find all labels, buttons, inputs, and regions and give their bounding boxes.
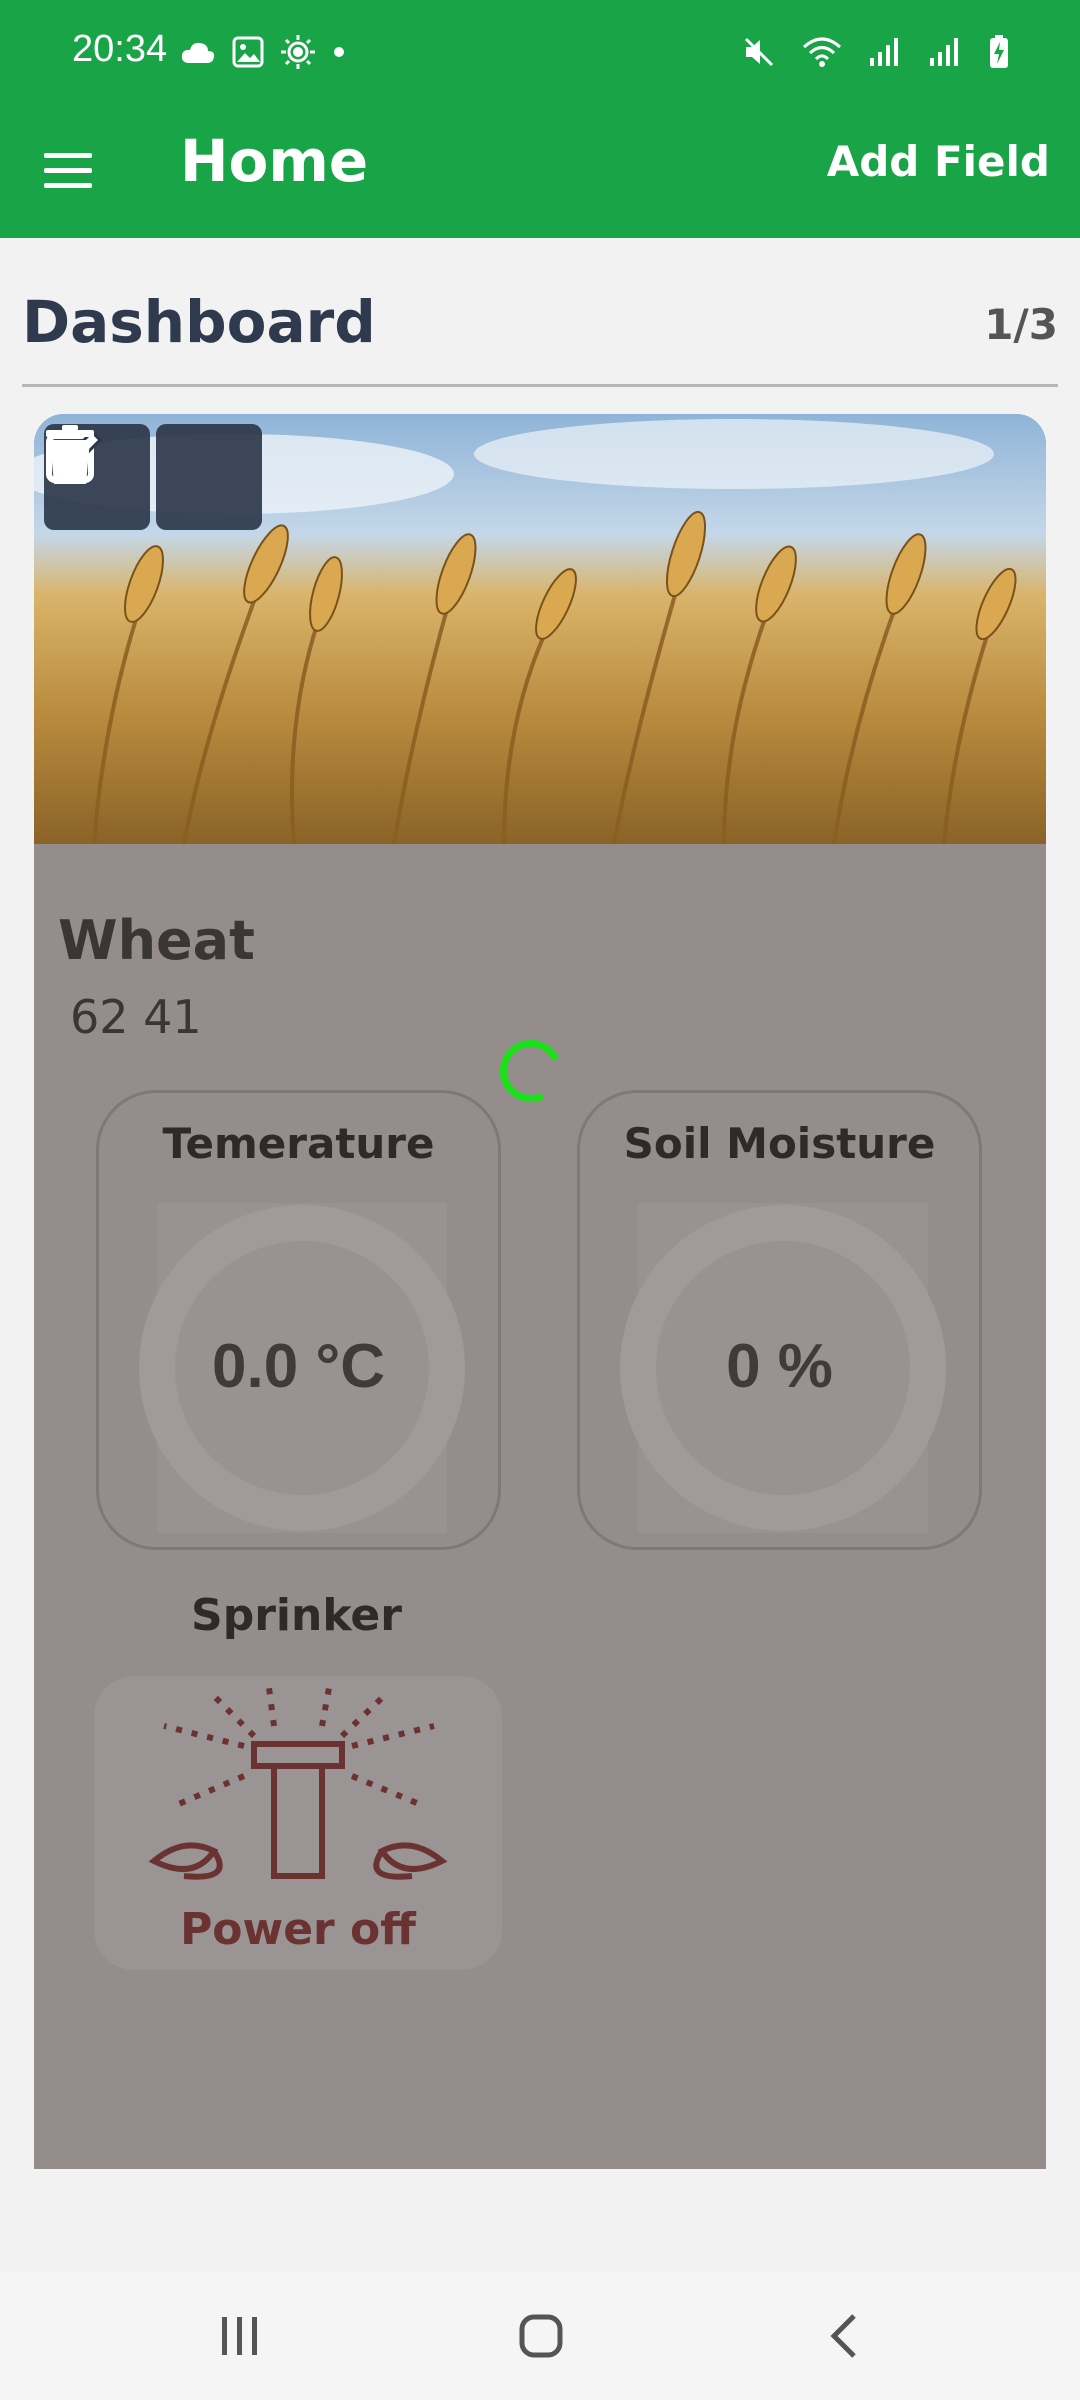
temperature-card: Temerature 0.0 °C	[96, 1090, 501, 1550]
field-card[interactable]: Wheat 62 41 Temerature 0.0 °C Soil Moist…	[34, 414, 1046, 2169]
soil-moisture-value: 0 %	[726, 1332, 833, 1401]
image-icon	[232, 36, 264, 68]
cloud-icon	[181, 42, 215, 63]
temperature-value: 0.0 °C	[212, 1332, 385, 1401]
soil-moisture-card: Soil Moisture 0 %	[577, 1090, 982, 1550]
dot-icon	[334, 47, 344, 57]
status-left-icons	[180, 34, 346, 70]
page-title: Home	[180, 127, 369, 195]
loading-spinner-icon	[491, 1031, 571, 1111]
hamburger-menu-icon[interactable]	[44, 145, 94, 195]
back-icon	[830, 2314, 856, 2358]
wifi-icon	[803, 37, 841, 67]
status-time: 20:34	[72, 28, 168, 70]
field-name: Wheat	[58, 909, 255, 972]
status-bar: 20:34	[0, 0, 1080, 105]
field-coordinates: 62 41	[70, 990, 202, 1044]
brightness-icon	[281, 35, 315, 69]
recents-icon	[222, 2317, 257, 2355]
add-field-button[interactable]: Add Field	[827, 137, 1050, 186]
dashboard-title: Dashboard	[22, 288, 376, 356]
signal-icon	[870, 38, 898, 66]
sensor-title: Soil Moisture	[623, 1119, 936, 1168]
back-button[interactable]	[768, 2272, 918, 2400]
status-right-icons	[742, 34, 1010, 70]
home-icon	[519, 2314, 563, 2358]
dashboard-header: Dashboard 1/3	[22, 288, 1058, 387]
home-button[interactable]	[466, 2272, 616, 2400]
battery-charging-icon	[990, 35, 1008, 68]
page-indicator: 1/3	[984, 300, 1058, 349]
sensor-title: Temerature	[162, 1119, 435, 1168]
trash-icon	[46, 425, 94, 484]
wheat-field-image	[34, 414, 1046, 844]
sprinkler-icon	[148, 1687, 448, 1880]
sprinkler-status: Power off	[180, 1904, 416, 1955]
delete-button[interactable]	[46, 424, 262, 530]
app-bar: Home Add Field	[0, 105, 1080, 238]
signal-icon	[930, 38, 958, 66]
sprinkler-title: Sprinker	[191, 1590, 402, 1641]
recents-button[interactable]	[165, 2272, 315, 2400]
card-actions	[44, 424, 262, 530]
system-nav-bar	[0, 2272, 1080, 2400]
mute-icon	[744, 37, 774, 67]
sprinkler-toggle[interactable]: Power off	[94, 1676, 502, 1970]
